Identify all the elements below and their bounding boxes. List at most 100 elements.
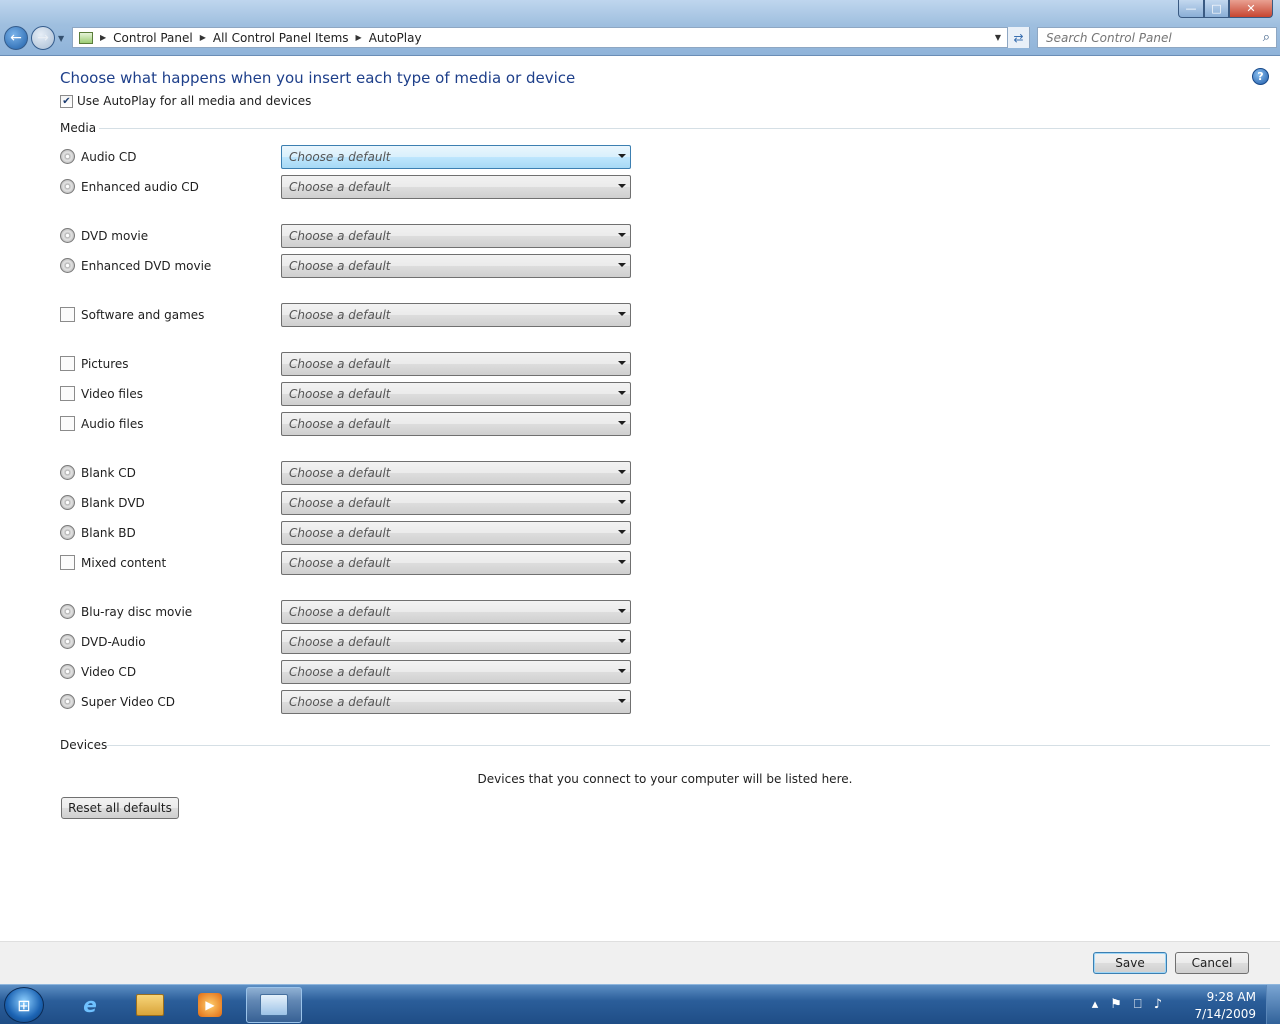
video-cd-icon xyxy=(60,664,75,679)
breadcrumb-arrow-icon[interactable]: ▶ xyxy=(200,33,206,42)
back-button[interactable]: ← xyxy=(4,26,28,50)
default-action-dropdown[interactable]: Choose a default xyxy=(281,303,631,327)
default-action-dropdown[interactable]: Choose a default xyxy=(281,551,631,575)
chevron-down-icon xyxy=(618,391,626,395)
forward-button[interactable]: → xyxy=(31,26,55,50)
pictures-icon xyxy=(60,356,75,371)
enhanced-audio-cd-icon xyxy=(60,179,75,194)
breadcrumb-all-items[interactable]: All Control Panel Items xyxy=(213,31,349,45)
breadcrumb-autoplay[interactable]: AutoPlay xyxy=(369,31,422,45)
media-player-button[interactable]: ▶ xyxy=(182,987,238,1023)
default-action-dropdown[interactable]: Choose a default xyxy=(281,352,631,376)
default-action-dropdown[interactable]: Choose a default xyxy=(281,412,631,436)
default-action-dropdown[interactable]: Choose a default xyxy=(281,175,631,199)
devices-section-label: Devices xyxy=(60,738,108,752)
media-row: Audio CD Choose a default xyxy=(60,145,640,169)
search-input[interactable] xyxy=(1046,30,1246,45)
software-games-icon xyxy=(60,307,75,322)
media-row: Video CD Choose a default xyxy=(60,660,640,684)
default-action-dropdown[interactable]: Choose a default xyxy=(281,254,631,278)
dvd-movie-icon xyxy=(60,228,75,243)
internet-explorer-icon: e xyxy=(83,993,97,1017)
dropdown-selected-value: Choose a default xyxy=(289,466,391,480)
media-row: Blank DVD Choose a default xyxy=(60,491,640,515)
default-action-dropdown[interactable]: Choose a default xyxy=(281,630,631,654)
media-type-label: Software and games xyxy=(81,308,205,322)
media-row: Enhanced DVD movie Choose a default xyxy=(60,254,640,278)
dropdown-selected-value: Choose a default xyxy=(289,308,391,322)
start-button[interactable]: ⊞ xyxy=(4,987,44,1023)
action-center-flag-icon[interactable]: ⚑ xyxy=(1110,997,1122,1012)
chevron-down-icon xyxy=(618,312,626,316)
address-bar[interactable]: ▶ Control Panel ▶ All Control Panel Item… xyxy=(72,27,1030,48)
notification-area: ▴ ⚑ ⎕ ♪ xyxy=(1092,997,1162,1012)
maximize-button[interactable]: □ xyxy=(1204,0,1229,18)
media-row: Enhanced audio CD Choose a default xyxy=(60,175,640,199)
address-dropdown-icon[interactable]: ▼ xyxy=(995,33,1001,42)
chevron-down-icon xyxy=(618,500,626,504)
default-action-dropdown[interactable]: Choose a default xyxy=(281,660,631,684)
network-icon[interactable]: ⎕ xyxy=(1134,997,1142,1012)
devices-section-divider xyxy=(106,745,1270,746)
help-icon[interactable]: ? xyxy=(1252,68,1269,85)
media-row: Blank BD Choose a default xyxy=(60,521,640,545)
default-action-dropdown[interactable]: Choose a default xyxy=(281,461,631,485)
search-box[interactable]: ⌕ xyxy=(1037,27,1277,48)
refresh-icon: ⇄ xyxy=(1013,30,1024,45)
dvd-audio-icon xyxy=(60,634,75,649)
windows-explorer-button[interactable] xyxy=(122,987,178,1023)
internet-explorer-button[interactable]: e xyxy=(62,987,118,1023)
dropdown-selected-value: Choose a default xyxy=(289,357,391,371)
cancel-button[interactable]: Cancel xyxy=(1175,952,1249,974)
minimize-button[interactable]: — xyxy=(1178,0,1204,18)
use-autoplay-checkbox[interactable]: ✔ xyxy=(60,94,73,108)
media-type-label: Audio CD xyxy=(81,150,137,164)
show-desktop-button[interactable] xyxy=(1266,985,1280,1024)
history-dropdown-icon[interactable]: ▼ xyxy=(58,34,64,43)
breadcrumb-control-panel[interactable]: Control Panel xyxy=(113,31,193,45)
refresh-button[interactable]: ⇄ xyxy=(1007,27,1029,48)
default-action-dropdown[interactable]: Choose a default xyxy=(281,224,631,248)
media-type-label: Enhanced audio CD xyxy=(81,180,199,194)
volume-icon[interactable]: ♪ xyxy=(1154,997,1162,1012)
default-action-dropdown[interactable]: Choose a default xyxy=(281,521,631,545)
default-action-dropdown[interactable]: Choose a default xyxy=(281,382,631,406)
media-type-label: Video CD xyxy=(81,665,137,679)
media-type-label: Video files xyxy=(81,387,143,401)
search-icon[interactable]: ⌕ xyxy=(1263,30,1270,45)
chevron-down-icon xyxy=(618,154,626,158)
breadcrumb-arrow-icon[interactable]: ▶ xyxy=(356,33,362,42)
use-autoplay-checkbox-row[interactable]: ✔ Use AutoPlay for all media and devices xyxy=(60,94,311,108)
show-hidden-icons-icon[interactable]: ▴ xyxy=(1092,997,1099,1012)
media-player-icon: ▶ xyxy=(198,993,222,1017)
chevron-down-icon xyxy=(618,184,626,188)
save-button[interactable]: Save xyxy=(1093,952,1167,974)
control-panel-icon xyxy=(79,31,93,44)
audio-cd-icon xyxy=(60,149,75,164)
media-row: Mixed content Choose a default xyxy=(60,551,640,575)
close-button[interactable]: ✕ xyxy=(1229,0,1273,18)
media-row: Audio files Choose a default xyxy=(60,412,640,436)
system-clock[interactable]: 9:28 AM 7/14/2009 xyxy=(1194,989,1256,1023)
media-type-label: Pictures xyxy=(81,357,129,371)
control-panel-taskbar-button[interactable] xyxy=(246,987,302,1023)
chevron-down-icon xyxy=(618,263,626,267)
taskbar: ⊞ e ▶ ▴ ⚑ ⎕ ♪ 9:28 AM 7/14/2009 xyxy=(0,984,1280,1024)
enhanced-dvd-movie-icon xyxy=(60,258,75,273)
media-type-label: Blu-ray disc movie xyxy=(81,605,193,619)
video-files-icon xyxy=(60,386,75,401)
default-action-dropdown[interactable]: Choose a default xyxy=(281,145,631,169)
media-row: DVD-Audio Choose a default xyxy=(60,630,640,654)
bluray-movie-icon xyxy=(60,604,75,619)
media-row: Blu-ray disc movie Choose a default xyxy=(60,600,640,624)
default-action-dropdown[interactable]: Choose a default xyxy=(281,600,631,624)
clock-date: 7/14/2009 xyxy=(1194,1007,1256,1021)
media-type-label: Audio files xyxy=(81,417,144,431)
reset-all-defaults-button[interactable]: Reset all defaults xyxy=(61,797,179,819)
media-type-label: Mixed content xyxy=(81,556,167,570)
default-action-dropdown[interactable]: Choose a default xyxy=(281,491,631,515)
default-action-dropdown[interactable]: Choose a default xyxy=(281,690,631,714)
breadcrumb-arrow-icon[interactable]: ▶ xyxy=(100,33,106,42)
chevron-down-icon xyxy=(618,669,626,673)
use-autoplay-label[interactable]: Use AutoPlay for all media and devices xyxy=(77,94,311,108)
